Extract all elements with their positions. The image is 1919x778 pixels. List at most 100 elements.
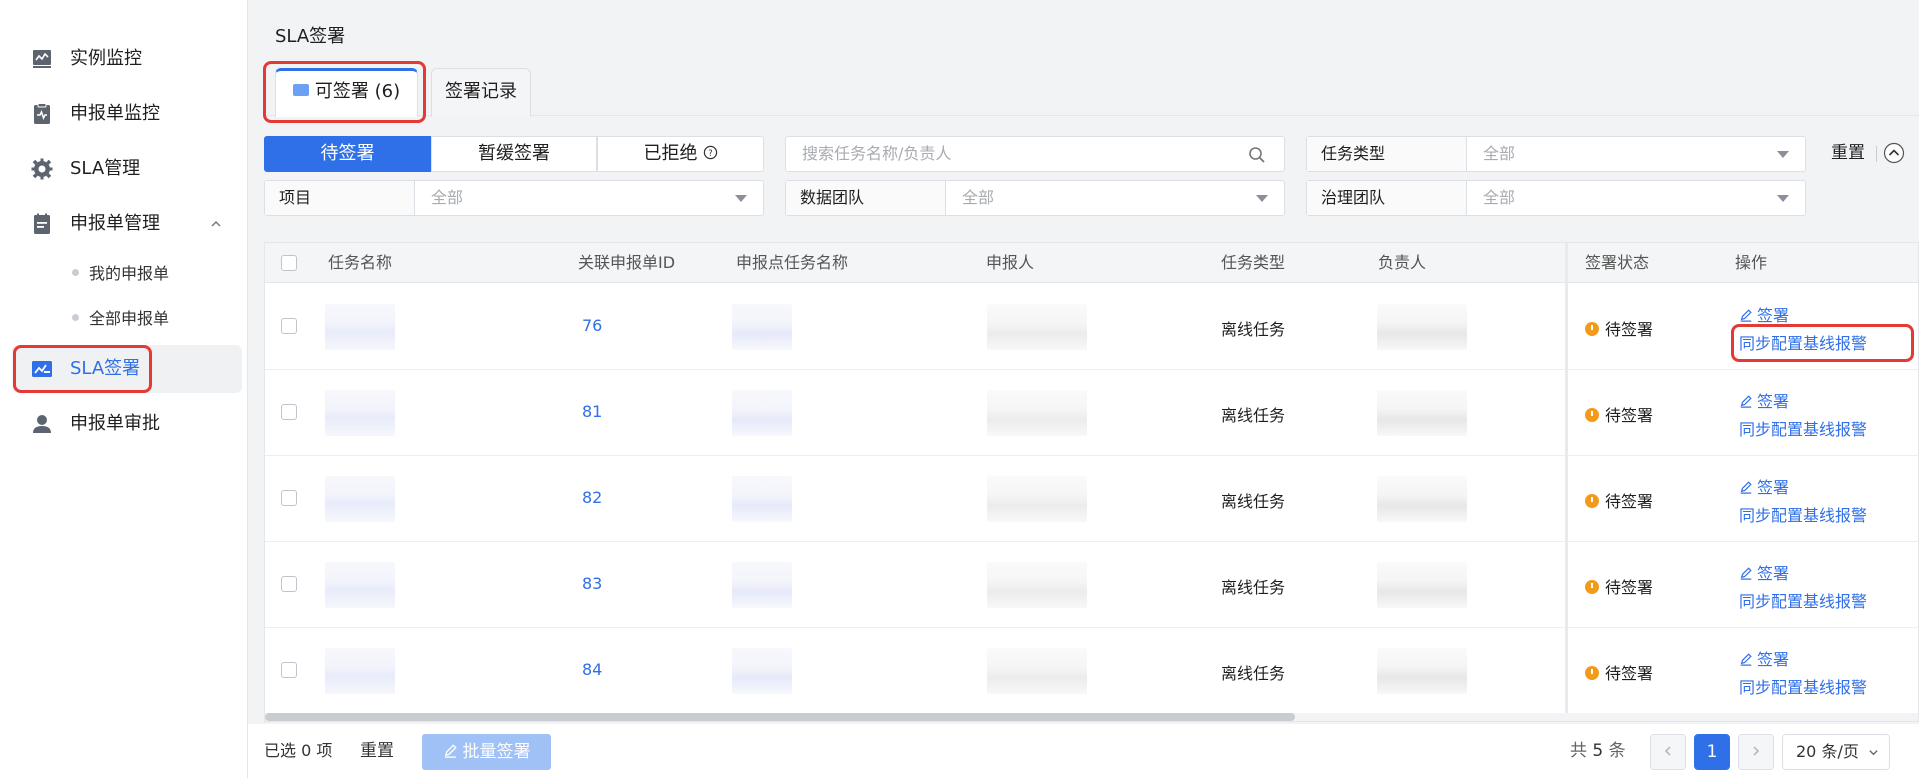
column-header: 申报人	[986, 253, 1035, 272]
task-type-cell: 离线任务	[1221, 406, 1286, 425]
sign-status: 待签署	[1585, 402, 1653, 426]
column-header: 负责人	[1378, 253, 1427, 272]
tab-sign-records[interactable]: 签署记录	[431, 68, 531, 117]
sidebar-item-instance-monitor[interactable]: 实例监控	[12, 35, 242, 83]
redacted-point-task-name	[732, 304, 792, 350]
batch-sign-button[interactable]: 批量签署	[422, 734, 551, 770]
table-row[interactable]: 82 离线任务 待签署 签署 同步配置基线报警	[265, 456, 1918, 542]
sign-status: 待签署	[1585, 488, 1653, 512]
redacted-owner	[1377, 304, 1467, 350]
filter-label: 项目	[265, 181, 415, 215]
sidebar-subitem-all-reports[interactable]: 全部申报单	[72, 304, 169, 334]
sidebar-item-label: SLA管理	[70, 158, 141, 179]
footer-reset-button[interactable]: 重置	[360, 724, 394, 778]
sidebar-item-label: 申报单管理	[70, 213, 160, 234]
sign-action-link[interactable]: 签署	[1739, 474, 1789, 498]
tab-signable[interactable]: 可签署 (6)	[275, 68, 418, 117]
table-row[interactable]: 84 离线任务 待签署 签署同步配置基线报警	[265, 628, 1918, 714]
task-type-cell: 离线任务	[1221, 578, 1286, 597]
selected-count: 0	[301, 741, 312, 760]
table-header: 任务名称 关联申报单ID 申报点任务名称 申报人 任务类型 负责人 签署状态 操…	[265, 243, 1918, 283]
chevron-up-icon[interactable]	[210, 218, 222, 230]
page-size-select[interactable]: 20 条/页	[1782, 734, 1890, 770]
total-prefix: 共	[1570, 741, 1587, 761]
sign-status-label: 待签署	[1605, 578, 1654, 597]
sidebar-item-sla-sign[interactable]: SLA签署	[12, 345, 242, 393]
redacted-reporter	[987, 562, 1087, 608]
column-header: 操作	[1735, 253, 1768, 272]
sidebar-item-report-manage[interactable]: 申报单管理	[12, 200, 242, 248]
edit-icon	[1740, 394, 1752, 408]
help-icon: ?	[703, 145, 717, 159]
report-id-link[interactable]: 81	[582, 402, 602, 421]
sidebar-item-label: 实例监控	[70, 48, 142, 69]
sign-action-link[interactable]: 签署	[1739, 560, 1789, 584]
row-checkbox[interactable]	[281, 490, 297, 506]
report-id-link[interactable]: 83	[582, 574, 602, 593]
redacted-task-name	[325, 304, 395, 350]
clipboard-pulse-icon	[34, 103, 50, 124]
page-button-current[interactable]: 1	[1694, 734, 1730, 770]
document-list-icon	[34, 213, 50, 234]
sidebar-item-report-approve[interactable]: 申报单审批	[12, 400, 242, 448]
report-id-link[interactable]: 82	[582, 488, 602, 507]
sync-baseline-alert-link[interactable]: 同步配置基线报警	[1739, 330, 1867, 354]
filter-gov-team[interactable]: 治理团队 全部	[1306, 180, 1806, 216]
report-id-link[interactable]: 84	[582, 660, 602, 679]
sidebar-subitem-label: 我的申报单	[89, 264, 170, 283]
task-type-cell: 离线任务	[1221, 320, 1286, 339]
row-checkbox[interactable]	[281, 404, 297, 420]
row-checkbox[interactable]	[281, 576, 297, 592]
total-count-text: 共 5 条	[1570, 724, 1626, 778]
edit-icon	[1740, 652, 1752, 666]
sync-baseline-alert-link[interactable]: 同步配置基线报警	[1739, 502, 1867, 526]
filter-task-type[interactable]: 任务类型 全部	[1306, 136, 1806, 172]
segment-label: 已拒绝	[643, 143, 698, 164]
caret-down-icon	[1256, 195, 1268, 202]
segment-deferred[interactable]: 暂缓签署	[431, 136, 597, 172]
table-row[interactable]: 81 离线任务 待签署 签署同步配置基线报警	[265, 370, 1918, 456]
sign-action-link[interactable]: 签署	[1739, 646, 1789, 670]
filter-data-team[interactable]: 数据团队 全部	[785, 180, 1285, 216]
sidebar-item-report-monitor[interactable]: 申报单监控	[12, 90, 242, 138]
sign-action-label: 签署	[1757, 478, 1790, 497]
row-checkbox[interactable]	[281, 662, 297, 678]
column-header: 申报点任务名称	[736, 253, 849, 272]
sidebar-item-label: SLA签署	[70, 358, 141, 379]
svg-text:?: ?	[708, 147, 712, 157]
redacted-reporter	[987, 648, 1087, 694]
table-row[interactable]: 76 离线任务 待签署 签署同步配置基线报警	[265, 284, 1918, 370]
column-header: 任务名称	[328, 253, 393, 272]
reset-button[interactable]: 重置	[1831, 136, 1865, 172]
sync-baseline-alert-link[interactable]: 同步配置基线报警	[1739, 588, 1867, 612]
scrollbar-thumb[interactable]	[265, 713, 1295, 721]
sign-status-label: 待签署	[1605, 492, 1654, 511]
filter-project[interactable]: 项目 全部	[264, 180, 764, 216]
sync-baseline-alert-link[interactable]: 同步配置基线报警	[1739, 674, 1867, 698]
task-type-cell: 离线任务	[1221, 664, 1286, 683]
sign-status-label: 待签署	[1605, 664, 1654, 683]
sign-status: 待签署	[1585, 316, 1653, 340]
sidebar-item-sla-manage[interactable]: SLA管理	[12, 145, 242, 193]
sidebar-item-label: 申报单监控	[70, 103, 160, 124]
report-id-link[interactable]: 76	[582, 316, 602, 335]
redacted-reporter	[987, 390, 1087, 436]
row-checkbox[interactable]	[281, 318, 297, 334]
collapse-icon[interactable]	[1883, 142, 1905, 164]
filter-label: 数据团队	[786, 181, 946, 215]
next-page-button[interactable]	[1738, 734, 1774, 770]
search-input[interactable]: 搜索任务名称/负责人	[785, 136, 1285, 172]
segment-rejected[interactable]: 已拒绝?	[597, 136, 764, 172]
segment-pending[interactable]: 待签署	[264, 136, 431, 172]
user-icon	[33, 415, 51, 433]
select-all-checkbox[interactable]	[281, 255, 297, 271]
sidebar-subitem-my-reports[interactable]: 我的申报单	[72, 259, 169, 289]
sign-action-link[interactable]: 签署	[1739, 302, 1789, 326]
redacted-owner	[1377, 390, 1467, 436]
horizontal-scrollbar[interactable]	[265, 713, 1918, 721]
sign-action-link[interactable]: 签署	[1739, 388, 1789, 412]
prev-page-button[interactable]	[1650, 734, 1686, 770]
search-icon[interactable]	[1248, 146, 1266, 164]
table-row[interactable]: 83 离线任务 待签署 签署同步配置基线报警	[265, 542, 1918, 628]
sync-baseline-alert-link[interactable]: 同步配置基线报警	[1739, 416, 1867, 440]
